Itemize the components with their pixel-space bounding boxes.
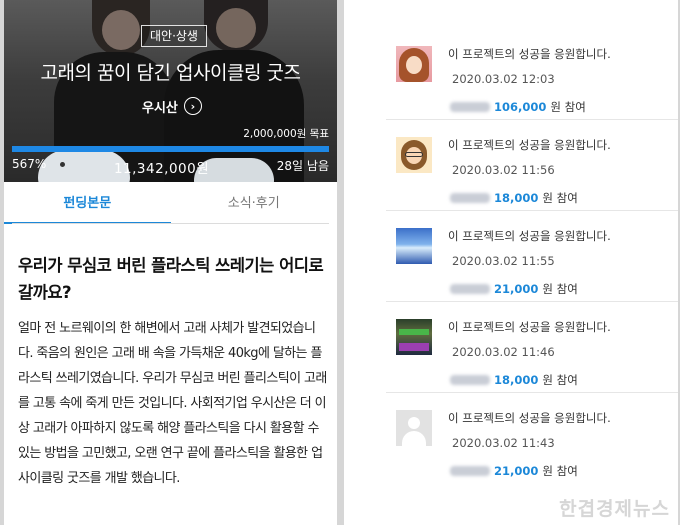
funding-percent: 567% [12, 157, 47, 171]
creator-link[interactable]: 우시산 › [142, 95, 202, 117]
supporter-entry: 이 프로젝트의 성공을 응원합니다. 2020.03.02 11:43 21,0… [344, 394, 678, 484]
cartoon-girl-avatar [396, 46, 432, 82]
support-message: 이 프로젝트의 성공을 응원합니다. [448, 47, 611, 61]
hero-photo-face-left [102, 10, 140, 50]
project-title: 고래의 꿈이 담긴 업사이클링 굿즈 [40, 62, 301, 84]
support-message: 이 프로젝트의 성공을 응원합니다. [448, 138, 611, 152]
entry-divider [386, 210, 678, 211]
support-message: 이 프로젝트의 성공을 응원합니다. [448, 320, 611, 334]
funding-amount: 11,342,000원 [113, 161, 210, 177]
pledge-amount: 21,000 [494, 282, 539, 296]
tabs-divider [12, 223, 329, 224]
hero-photo-face-right [216, 8, 256, 48]
entry-divider [386, 392, 678, 393]
screenshot-frame: 대안·상생 고래의 꿈이 담긴 업사이클링 굿즈 우시산 › 2,000,000… [0, 0, 680, 525]
neon-photo-avatar [396, 319, 432, 355]
blurred-supporter-name [450, 284, 490, 294]
funding-goal: 2,000,000원 목표 [243, 128, 329, 140]
support-date: 2020.03.02 11:43 [452, 436, 555, 450]
tab-funding-story[interactable]: 펀딩본문 [4, 186, 171, 224]
default-user-avatar [396, 410, 432, 446]
support-message: 이 프로젝트의 성공을 응원합니다. [448, 229, 611, 243]
news-watermark: 한겹경제뉴스 [559, 498, 670, 520]
pledge-info: 21,000 원 참여 [450, 281, 578, 297]
supporter-entry: 이 프로젝트의 성공을 응원합니다. 2020.03.02 11:56 18,0… [344, 121, 678, 211]
pledge-unit: 원 참여 [542, 373, 578, 387]
article-body: 얼마 전 노르웨이의 한 해변에서 고래 사체가 발견되었습니다. 죽음의 원인… [18, 321, 327, 486]
pledge-amount: 18,000 [494, 373, 539, 387]
blurred-supporter-name [450, 375, 490, 385]
pledge-amount: 21,000 [494, 464, 539, 478]
funding-progress-bar [12, 146, 329, 152]
sky-photo-avatar [396, 228, 432, 264]
pledge-unit: 원 참여 [542, 191, 578, 205]
supporter-entry: 이 프로젝트의 성공을 응원합니다. 2020.03.02 11:55 21,0… [344, 212, 678, 302]
supporter-entry: 이 프로젝트의 성공을 응원합니다. 2020.03.02 12:03 106,… [344, 30, 678, 120]
entry-divider [386, 119, 678, 120]
blurred-supporter-name [450, 102, 490, 112]
content-tabs: 펀딩본문 소식·후기 [4, 186, 337, 224]
supporters-panel: 이 프로젝트의 성공을 응원합니다. 2020.03.02 12:03 106,… [344, 0, 678, 525]
funding-stats: 567% 11,342,000원 28일 남음 [12, 157, 329, 177]
chevron-right-icon: › [183, 97, 202, 115]
support-date: 2020.03.02 11:55 [452, 254, 555, 268]
pledge-unit: 원 참여 [542, 282, 578, 296]
pledge-amount: 106,000 [494, 100, 547, 114]
category-badge[interactable]: 대안·상생 [141, 25, 207, 47]
pledge-unit: 원 참여 [550, 100, 586, 114]
support-date: 2020.03.02 12:03 [452, 72, 555, 86]
pledge-unit: 원 참여 [542, 464, 578, 478]
blurred-supporter-name [450, 193, 490, 203]
pledge-info: 21,000 원 참여 [450, 463, 578, 479]
pledge-amount: 18,000 [494, 191, 539, 205]
pledge-info: 18,000 원 참여 [450, 190, 578, 206]
pledge-info: 106,000 원 참여 [450, 99, 586, 115]
support-date: 2020.03.02 11:56 [452, 163, 555, 177]
hero-banner: 대안·상생 고래의 꿈이 담긴 업사이클링 굿즈 우시산 › 2,000,000… [4, 0, 337, 182]
creator-name: 우시산 [142, 100, 178, 116]
blurred-supporter-name [450, 466, 490, 476]
support-message: 이 프로젝트의 성공을 응원합니다. [448, 411, 611, 425]
funding-detail-panel: 대안·상생 고래의 꿈이 담긴 업사이클링 굿즈 우시산 › 2,000,000… [4, 0, 337, 525]
support-date: 2020.03.02 11:46 [452, 345, 555, 359]
tab-news-reviews[interactable]: 소식·후기 [171, 186, 338, 224]
pledge-info: 18,000 원 참여 [450, 372, 578, 388]
supporter-entry: 이 프로젝트의 성공을 응원합니다. 2020.03.02 11:46 18,0… [344, 303, 678, 393]
days-left: 28일 남음 [276, 159, 329, 173]
entry-divider [386, 301, 678, 302]
article-heading: 우리가 무심코 버린 플라스틱 쓰레기는 어디로 갈까요? [18, 256, 324, 302]
cartoon-glasses-avatar [396, 137, 432, 173]
